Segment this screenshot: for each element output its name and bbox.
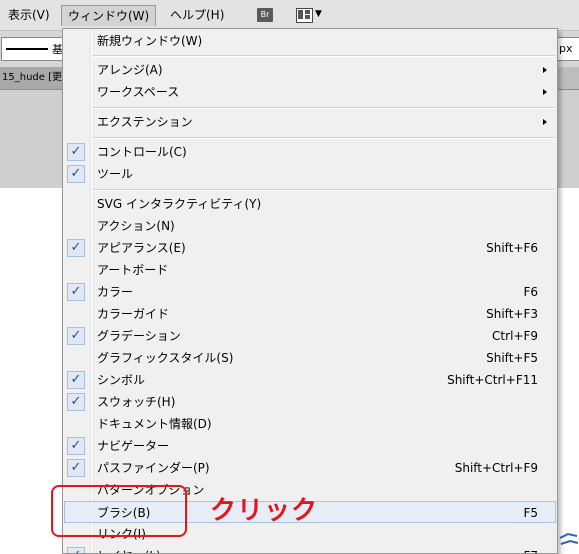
menu-item-label: グラデーション <box>97 329 181 343</box>
checkmark-icon: ✓ <box>67 393 85 411</box>
bridge-icon[interactable]: Br <box>257 8 273 22</box>
stroke-line-preview <box>6 48 48 50</box>
menu-item-shortcut: F5 <box>523 506 538 520</box>
menu-item-gradient[interactable]: ✓ グラデーション Ctrl+F9 <box>64 325 556 347</box>
checkmark-icon: ✓ <box>67 165 85 183</box>
menu-item-label: スウォッチ(H) <box>97 395 176 409</box>
menu-item-appearance[interactable]: ✓ アピアランス(E) Shift+F6 <box>64 237 556 259</box>
menu-item-svg-interactivity[interactable]: SVG インタラクティビティ(Y) <box>64 193 556 215</box>
menu-item-label: コントロール(C) <box>97 145 187 159</box>
menu-item-label: 新規ウィンドウ(W) <box>97 34 203 48</box>
checkmark-icon: ✓ <box>67 283 85 301</box>
submenu-arrow-icon <box>543 119 547 125</box>
submenu-arrow-icon <box>543 67 547 73</box>
menu-item-shortcut: Shift+F5 <box>486 351 538 365</box>
menu-item-document-info[interactable]: ドキュメント情報(D) <box>64 413 556 435</box>
menu-item-shortcut: Ctrl+F9 <box>492 329 538 343</box>
menu-item-label: アレンジ(A) <box>97 63 163 77</box>
menu-item-tools[interactable]: ✓ ツール <box>64 163 556 185</box>
chevron-down-icon[interactable]: ▼ <box>315 9 322 19</box>
menu-item-control[interactable]: ✓ コントロール(C) <box>64 141 556 163</box>
checkmark-icon: ✓ <box>67 327 85 345</box>
menu-item-new-window[interactable]: 新規ウィンドウ(W) <box>64 30 556 52</box>
menu-item-label: SVG インタラクティビティ(Y) <box>97 197 262 211</box>
menu-item-shortcut: F6 <box>523 285 538 299</box>
click-annotation: クリック <box>210 496 319 526</box>
menu-item-extensions[interactable]: エクステンション <box>64 111 556 133</box>
menu-item-swatches[interactable]: ✓ スウォッチ(H) <box>64 391 556 413</box>
menu-item-label: パスファインダー(P) <box>97 461 210 475</box>
menu-window[interactable]: ウィンドウ(W) <box>61 5 157 26</box>
menu-item-graphic-styles[interactable]: グラフィックスタイル(S) Shift+F5 <box>64 347 556 369</box>
menu-item-actions[interactable]: アクション(N) <box>64 215 556 237</box>
menu-item-label: カラー <box>97 285 134 299</box>
menu-item-symbols[interactable]: ✓ シンボル Shift+Ctrl+F11 <box>64 369 556 391</box>
stroke-style-select[interactable]: 基 <box>1 37 65 61</box>
artwork-fragment <box>559 532 579 545</box>
menu-item-label: アートボード <box>97 263 169 277</box>
menu-item-label: レイヤー(L) <box>97 545 161 553</box>
menu-item-label: ワークスペース <box>97 85 180 99</box>
highlight-box <box>51 485 187 537</box>
document-tab[interactable]: 15_hude [更 <box>0 67 64 89</box>
menu-item-shortcut: F7 <box>523 545 538 553</box>
menu-separator <box>93 189 555 191</box>
menu-item-label: エクステンション <box>97 115 193 129</box>
menu-item-label: アクション(N) <box>97 219 175 233</box>
menu-item-label: ツール <box>97 167 134 181</box>
menu-item-color[interactable]: ✓ カラー F6 <box>64 281 556 303</box>
menu-item-shortcut: Shift+Ctrl+F11 <box>447 373 538 387</box>
menubar: 表示(V) ウィンドウ(W) ヘルプ(H) Br ▼ <box>0 0 579 31</box>
menu-separator <box>93 55 555 57</box>
submenu-arrow-icon <box>543 89 547 95</box>
menu-item-shortcut: Shift+F6 <box>486 241 538 255</box>
menu-item-color-guide[interactable]: カラーガイド Shift+F3 <box>64 303 556 325</box>
menu-item-arrange[interactable]: アレンジ(A) <box>64 59 556 81</box>
checkmark-icon: ✓ <box>67 547 85 553</box>
checkmark-icon: ✓ <box>67 437 85 455</box>
menu-item-label: ナビゲーター <box>97 439 170 453</box>
menu-item-label: カラーガイド <box>97 307 170 321</box>
menu-separator <box>93 107 555 109</box>
menu-item-label: ドキュメント情報(D) <box>97 417 212 431</box>
menu-item-workspace[interactable]: ワークスペース <box>64 81 556 103</box>
window-menu: 新規ウィンドウ(W) アレンジ(A) ワークスペース エクステンション ✓ コン… <box>62 28 558 554</box>
unit-field[interactable]: px <box>555 37 579 61</box>
menu-item-label: シンボル <box>97 373 146 387</box>
workspace-layout-icon[interactable] <box>296 8 313 23</box>
checkmark-icon: ✓ <box>67 371 85 389</box>
menu-item-layers[interactable]: ✓ レイヤー(L) F7 <box>64 545 556 553</box>
menu-item-shortcut: Shift+Ctrl+F9 <box>454 461 538 475</box>
menu-separator <box>93 137 555 139</box>
checkmark-icon: ✓ <box>67 143 85 161</box>
menu-item-pathfinder[interactable]: ✓ パスファインダー(P) Shift+Ctrl+F9 <box>64 457 556 479</box>
menu-item-artboards[interactable]: アートボード <box>64 259 556 281</box>
checkmark-icon: ✓ <box>67 459 85 477</box>
checkmark-icon: ✓ <box>67 239 85 257</box>
menu-view[interactable]: 表示(V) <box>2 5 56 25</box>
menu-item-shortcut: Shift+F3 <box>486 307 538 321</box>
menu-item-label: アピアランス(E) <box>97 241 186 255</box>
menu-item-navigator[interactable]: ✓ ナビゲーター <box>64 435 556 457</box>
menu-help[interactable]: ヘルプ(H) <box>164 5 230 25</box>
menu-item-label: グラフィックスタイル(S) <box>97 351 234 365</box>
